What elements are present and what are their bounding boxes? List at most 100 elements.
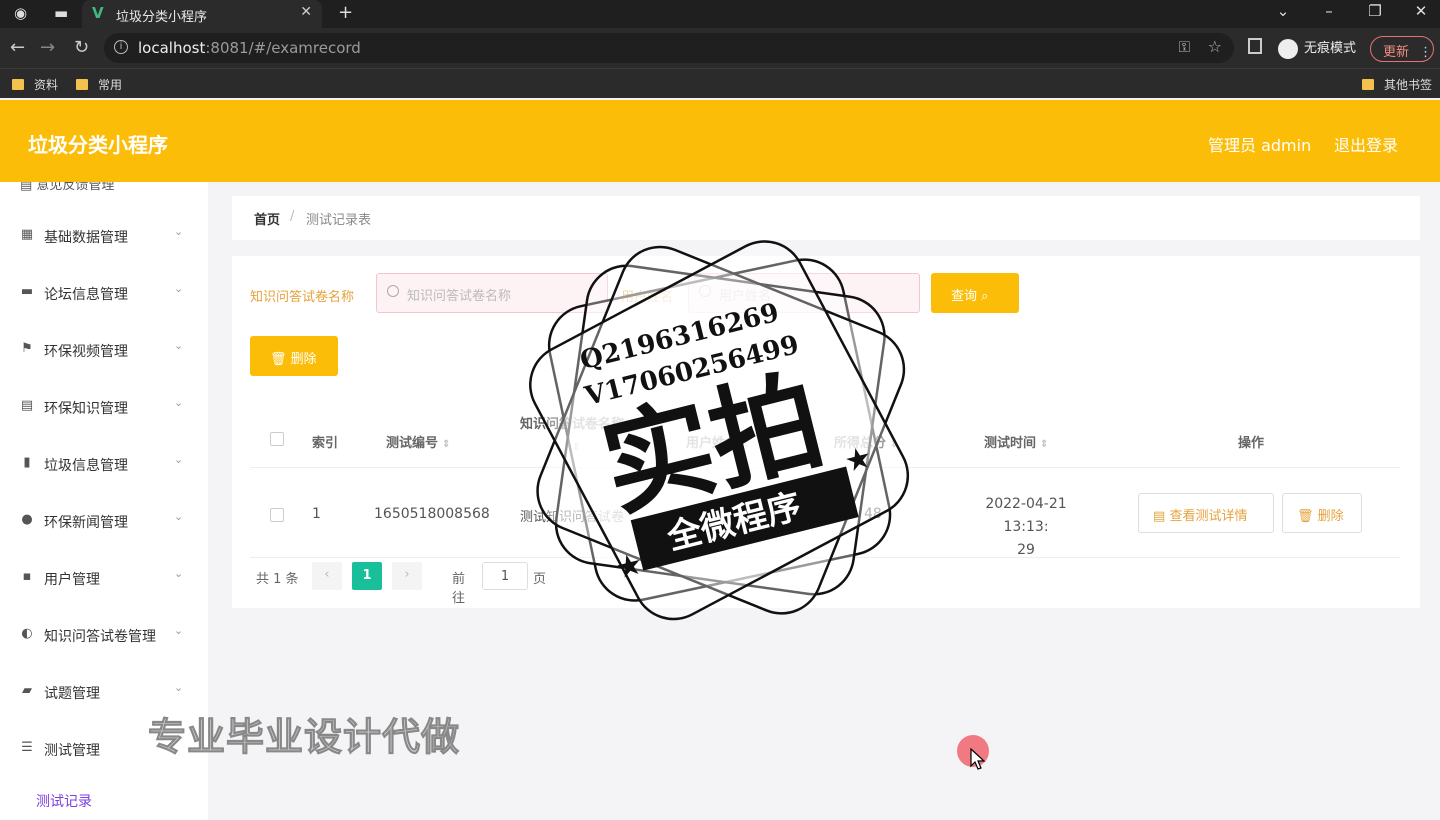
- chevron-down-icon: ⌄: [174, 225, 184, 238]
- breadcrumb: 首页 / 测试记录表: [232, 196, 1420, 240]
- document-icon: ▤: [1153, 509, 1166, 524]
- bookmark-folder[interactable]: 常用: [76, 76, 122, 93]
- sidebar-item-label: 环保知识管理: [44, 401, 128, 417]
- sidebar-item-knowledge[interactable]: ▤ 环保知识管理 ⌄: [0, 386, 208, 426]
- back-icon[interactable]: ←: [10, 37, 25, 58]
- goto-label: 前往: [452, 572, 466, 606]
- sidebar-item-papers[interactable]: ◐ 知识问答试卷管理 ⌄: [0, 614, 208, 654]
- new-tab-icon[interactable]: +: [338, 2, 353, 23]
- mouse-cursor-icon: [970, 748, 986, 770]
- sidebar-item-label: 测试管理: [44, 743, 100, 759]
- chevron-down-icon: ⌄: [174, 681, 184, 694]
- cell-index: 1: [312, 506, 321, 522]
- chevron-down-icon[interactable]: ⌄: [1268, 2, 1298, 20]
- chevron-down-icon: ⌄: [174, 567, 184, 580]
- sidebar-item-questions[interactable]: ▰ 试题管理 ⌄: [0, 671, 208, 711]
- view-details-button[interactable]: ▤ 查看测试详情: [1138, 493, 1274, 533]
- globe-icon[interactable]: ◉: [14, 4, 27, 22]
- sidebar-item-forum[interactable]: ▬ 论坛信息管理 ⌄: [0, 272, 208, 312]
- grid-icon: ▦: [20, 227, 34, 242]
- forward-icon[interactable]: →: [40, 37, 55, 58]
- sort-icon: ⇕: [1040, 439, 1049, 450]
- browser-tabbar: ◉ ▬ V 垃圾分类小程序 ✕ + ⌄ – ❐ ✕: [0, 0, 1440, 28]
- address-bar: ← → ↻ i localhost:8081/#/examrecord ⚿ ☆ …: [0, 28, 1440, 68]
- key-icon[interactable]: ⚿: [1179, 38, 1190, 56]
- list-icon: ☰: [21, 740, 33, 755]
- tab-strip-icon[interactable]: ▬: [54, 4, 68, 22]
- window-close-icon[interactable]: ✕: [1406, 2, 1436, 20]
- sidebar-item-label: 试题管理: [44, 686, 100, 702]
- search-icon: [387, 285, 399, 297]
- batch-delete-button[interactable]: 🗑︎ 删除: [250, 336, 338, 376]
- admin-label: 管理员 admin: [1208, 136, 1312, 155]
- sidebar-item-label: 垃圾信息管理: [44, 458, 128, 474]
- column-code[interactable]: 测试编号 ⇕: [386, 432, 450, 451]
- row-checkbox[interactable]: [270, 508, 284, 522]
- search-icon: ⌕: [981, 289, 989, 304]
- sidebar-item-garbage[interactable]: ▮ 垃圾信息管理 ⌄: [0, 443, 208, 483]
- star-icon[interactable]: ☆: [1208, 37, 1222, 56]
- sidebar-item-video[interactable]: ⚑ 环保视频管理 ⌄: [0, 329, 208, 369]
- sidebar-item-feedback[interactable]: ▤ 意见反馈管理: [20, 182, 114, 193]
- maximize-icon[interactable]: ❐: [1360, 2, 1390, 20]
- incognito-indicator[interactable]: 无痕模式: [1278, 37, 1356, 59]
- bookmarks-bar: 资料 常用 其他书签: [0, 68, 1440, 98]
- prev-page-button[interactable]: ‹: [312, 562, 342, 590]
- watermark-caption: 专业毕业设计代做: [147, 715, 461, 760]
- trash-icon: 🗑︎: [1297, 509, 1314, 524]
- update-button[interactable]: 更新 ⋮: [1370, 36, 1434, 62]
- logout-link[interactable]: 退出登录: [1334, 132, 1398, 156]
- more-icon: ⋮: [1419, 45, 1433, 60]
- bar-chart-icon: ▮: [23, 455, 31, 470]
- browser-tab[interactable]: V 垃圾分类小程序 ✕: [82, 0, 322, 28]
- breadcrumb-home[interactable]: 首页: [254, 209, 280, 228]
- page-number-current[interactable]: 1: [352, 562, 382, 590]
- sidebar-item-news[interactable]: ● 环保新闻管理 ⌄: [0, 500, 208, 540]
- incognito-icon: [1278, 38, 1298, 59]
- column-time[interactable]: 测试时间 ⇕: [984, 432, 1048, 451]
- input-placeholder: 知识问答试卷名称: [407, 289, 512, 304]
- sort-icon: ⇕: [442, 439, 451, 450]
- sidebar-item-label: 用户管理: [44, 572, 100, 588]
- app-header: 垃圾分类小程序 管理员 admin 退出登录: [0, 100, 1440, 182]
- other-bookmarks[interactable]: 其他书签: [1362, 76, 1432, 93]
- cell-code: 1650518008568: [374, 506, 490, 522]
- close-tab-icon[interactable]: ✕: [300, 4, 312, 20]
- minimize-icon[interactable]: –: [1314, 2, 1344, 20]
- url-text: localhost:8081/#/examrecord: [138, 39, 361, 57]
- url-field[interactable]: i localhost:8081/#/examrecord ⚿ ☆: [104, 33, 1234, 63]
- row-delete-button[interactable]: 🗑︎ 删除: [1282, 493, 1362, 533]
- side-panel-icon[interactable]: [1248, 38, 1262, 54]
- trash-icon: 🗑︎: [270, 352, 287, 367]
- chevron-down-icon: ⌄: [174, 339, 184, 352]
- chevron-down-icon: ⌄: [174, 453, 184, 466]
- select-all-checkbox[interactable]: [270, 432, 284, 446]
- reload-icon[interactable]: ↻: [74, 37, 89, 58]
- chevron-down-icon: ⌄: [174, 282, 184, 295]
- chevron-down-icon: ⌄: [174, 510, 184, 523]
- app-title: 垃圾分类小程序: [28, 133, 168, 157]
- sidebar-item-label: 基础数据管理: [44, 230, 128, 246]
- pagination-total: 共 1 条: [256, 572, 299, 587]
- folder-icon: [76, 79, 88, 90]
- goto-page-input[interactable]: 1: [482, 562, 528, 590]
- flag-icon: ⚑: [21, 341, 33, 356]
- bulb-icon: ●: [21, 512, 33, 527]
- next-page-button[interactable]: ›: [392, 562, 422, 590]
- sidebar-item-users[interactable]: ▪ 用户管理 ⌄: [0, 557, 208, 597]
- bookmark-folder[interactable]: 资料: [12, 76, 58, 93]
- sidebar-item-label: 知识问答试卷管理: [44, 629, 156, 645]
- cell-time: 2022-04-21 13:13: 29: [985, 496, 1067, 558]
- search-button[interactable]: 查询 ⌕: [931, 273, 1019, 313]
- tab-title: 垃圾分类小程序: [116, 10, 208, 25]
- sidebar-item-base-data[interactable]: ▦ 基础数据管理 ⌄: [0, 215, 208, 255]
- vue-icon: V: [92, 4, 104, 22]
- breadcrumb-separator: /: [290, 209, 295, 224]
- column-actions: 操作: [1238, 436, 1265, 451]
- column-index: 索引: [312, 436, 339, 451]
- sidebar-item-label: 环保视频管理: [44, 344, 128, 360]
- ticket-icon: ▰: [22, 683, 32, 698]
- info-icon[interactable]: i: [114, 40, 128, 54]
- user-icon: ◐: [21, 626, 33, 641]
- sidebar-subitem-test-records[interactable]: 测试记录: [36, 791, 92, 811]
